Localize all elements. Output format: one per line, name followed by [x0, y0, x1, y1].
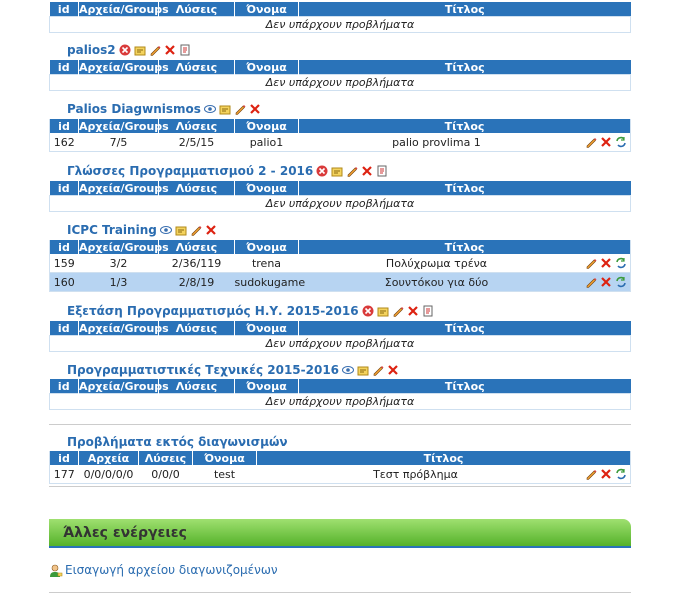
contest-title: Γλώσσες Προγραμματισμού 2 - 2016 [67, 163, 388, 179]
edit-icon[interactable] [392, 305, 404, 317]
contest-title-link[interactable]: Palios Diagwnismos [67, 101, 201, 117]
refresh-icon[interactable] [615, 468, 627, 480]
edit-icon[interactable] [585, 468, 597, 480]
import-contestants-link[interactable]: Εισαγωγή αρχείου διαγωνιζομένων [49, 563, 278, 577]
empty-message: Δεν υπάρχουν προβλήματα [49, 16, 631, 33]
import-contestants-label[interactable]: Εισαγωγή αρχείου διαγωνιζομένων [65, 563, 278, 577]
contest-title: Εξετάση Προγραμματισμός Η.Υ. 2015-2016 [67, 303, 434, 319]
empty-message: Δεν υπάρχουν προβλήματα [49, 74, 631, 91]
edit-icon[interactable] [585, 276, 597, 288]
delete-icon[interactable] [600, 136, 612, 148]
password-icon[interactable] [357, 364, 369, 376]
password-icon[interactable] [134, 44, 146, 56]
contest-table: id Αρχεία/Groups Λύσεις Όνομα Τίτλος Δεν υπά… [49, 321, 631, 352]
user-import-icon [49, 564, 63, 577]
edit-icon[interactable] [234, 103, 246, 115]
table-row: 159 3/2 2/36/119 trena Πολύχρωμα τρένα [49, 254, 631, 273]
empty-message: Δεν υπάρχουν προβλήματα [49, 335, 631, 352]
password-icon[interactable] [377, 305, 389, 317]
edit-icon[interactable] [149, 44, 161, 56]
contest-title-link[interactable]: Προγραμματιστικές Τεχνικές 2015-2016 [67, 362, 339, 378]
delete-icon[interactable] [600, 257, 612, 269]
contest-table: id Αρχεία/Groups Λύσεις Όνομα Τίτλος Δεν υπά… [49, 60, 631, 91]
empty-message: Δεν υπάρχουν προβλήματα [49, 195, 631, 212]
contest-title: palios2 [67, 42, 191, 58]
visible-eye-icon[interactable] [159, 224, 172, 236]
table-row: 160 1/3 2/8/19 sudokugame Σουντόκου για … [49, 272, 631, 292]
delete-icon[interactable] [600, 276, 612, 288]
delete-icon[interactable] [205, 224, 217, 236]
delete-icon[interactable] [361, 165, 373, 177]
table-row: 162 7/5 2/5/15 palio1 palio provlima 1 [49, 133, 631, 152]
delete-icon[interactable] [387, 364, 399, 376]
contest-title: Palios Diagwnismos [67, 101, 261, 117]
disabled-x-icon[interactable] [362, 305, 374, 317]
refresh-icon[interactable] [615, 276, 627, 288]
edit-icon[interactable] [346, 165, 358, 177]
outside-table: id Αρχεία Λύσεις Όνομα Τίτλος 177 0/0/0/0/0 … [49, 451, 631, 484]
visible-eye-icon[interactable] [203, 103, 216, 115]
report-icon[interactable] [422, 305, 434, 317]
edit-icon[interactable] [585, 257, 597, 269]
outside-contests-title[interactable]: Προβλήματα εκτός διαγωνισμών [67, 434, 288, 450]
delete-icon[interactable] [600, 468, 612, 480]
password-icon[interactable] [175, 224, 187, 236]
contest-table: id Αρχεία/Groups Λύσεις Όνομα Τίτλος Δεν υπά… [49, 379, 631, 410]
section-title: Προβλήματα εκτός διαγωνισμών [67, 434, 288, 450]
disabled-x-icon[interactable] [119, 44, 131, 56]
visible-eye-icon[interactable] [342, 364, 355, 376]
table-header: id Αρχεία/Groups Λύσεις Όνομα Τίτλος [49, 2, 631, 17]
refresh-icon[interactable] [615, 136, 627, 148]
report-icon[interactable] [376, 165, 388, 177]
edit-icon[interactable] [190, 224, 202, 236]
other-actions-title: Άλλες ενέργειες [63, 525, 187, 541]
divider [49, 486, 631, 487]
divider [49, 592, 631, 593]
password-icon[interactable] [331, 165, 343, 177]
contest-title: ICPC Training [67, 222, 217, 238]
contest-table: id Αρχεία/Groups Λύσεις Όνομα Τίτλος Δεν υπά… [49, 181, 631, 212]
contest-title-link[interactable]: ICPC Training [67, 222, 157, 238]
edit-icon[interactable] [372, 364, 384, 376]
delete-icon[interactable] [249, 103, 261, 115]
contest-table: id Αρχεία/Groups Λύσεις Όνομα Τίτλος 159 3/2… [49, 240, 631, 292]
delete-icon[interactable] [164, 44, 176, 56]
edit-icon[interactable] [585, 136, 597, 148]
password-icon[interactable] [219, 103, 231, 115]
disabled-x-icon[interactable] [316, 165, 328, 177]
report-icon[interactable] [179, 44, 191, 56]
contest-table: id Αρχεία/Groups Λύσεις Όνομα Τίτλος 162 7/5… [49, 119, 631, 152]
other-actions-header: Άλλες ενέργειες [49, 519, 631, 548]
table-row: 177 0/0/0/0/0 0/0/0 test Τεστ πρόβλημα [49, 465, 631, 484]
contest-title-link[interactable]: Γλώσσες Προγραμματισμού 2 - 2016 [67, 163, 313, 179]
divider [49, 424, 631, 425]
top-partial-table: id Αρχεία/Groups Λύσεις Όνομα Τίτλος Δεν υπά… [49, 2, 631, 33]
delete-icon[interactable] [407, 305, 419, 317]
contest-title-link[interactable]: Εξετάση Προγραμματισμός Η.Υ. 2015-2016 [67, 303, 359, 319]
contest-title-link[interactable]: palios2 [67, 42, 116, 58]
refresh-icon[interactable] [615, 257, 627, 269]
empty-message: Δεν υπάρχουν προβλήματα [49, 393, 631, 410]
contest-title: Προγραμματιστικές Τεχνικές 2015-2016 [67, 362, 399, 378]
